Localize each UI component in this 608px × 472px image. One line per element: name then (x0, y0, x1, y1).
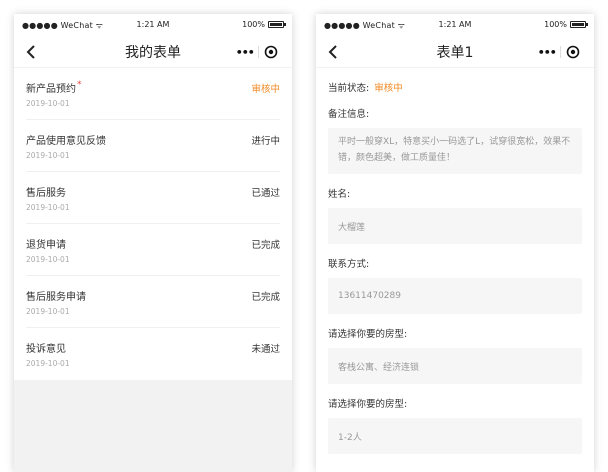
form-item-title-text: 退货申请 (26, 240, 66, 251)
form-item-title-text: 新产品预约 (26, 84, 76, 95)
battery-icon (570, 21, 588, 28)
field-label: 备注信息: (328, 109, 370, 120)
form-item-title: 新产品预约* (26, 80, 280, 95)
more-dots-icon[interactable]: ••• (232, 42, 258, 62)
form-item-title-text: 售后服务 (26, 188, 66, 199)
field-label: 姓名: (328, 189, 351, 200)
form-list-item[interactable]: 退货申请 2019-10-01 已完成 (26, 224, 280, 276)
field-input[interactable]: 平时一般穿XL，特意买小一码选了L，试穿很宽松，效果不错，颜色超美，做工质量佳！ (328, 128, 582, 174)
form-item-title: 退货申请 (26, 236, 280, 251)
field-input[interactable]: 客栈公寓、经济连锁 (328, 348, 582, 384)
current-status-row: 当前状态: 审核中 (328, 80, 582, 94)
form-item-date: 2019-10-01 (26, 203, 70, 212)
page-title: 表单1 (436, 44, 474, 61)
field-input[interactable]: 13611470289 (328, 278, 582, 314)
form-item-status: 已完成 (251, 240, 280, 251)
field-list: 备注信息: 平时一般穿XL，特意买小一码选了L，试穿很宽松，效果不错，颜色超美，做… (328, 106, 582, 454)
battery-percent: 100% (544, 20, 567, 29)
form-item-status: 已通过 (251, 188, 280, 199)
status-bar: ●●●●● WeChat ᯤ 1:21 AM 100% (316, 14, 594, 36)
status-label: 当前状态: (328, 83, 370, 94)
form-list-item[interactable]: 产品使用意见反馈 2019-10-01 进行中 (26, 120, 280, 172)
form-item-title-text: 售后服务申请 (26, 292, 86, 303)
form-item-date: 2019-10-01 (26, 99, 70, 108)
back-chevron-icon[interactable] (24, 44, 40, 60)
form-list-item[interactable]: 新产品预约* 2019-10-01 审核中 (26, 68, 280, 120)
form-item-date: 2019-10-01 (26, 151, 70, 160)
form-item-status: 已完成 (251, 292, 280, 303)
field-input[interactable]: 1-2人 (328, 418, 582, 454)
field-label: 请选择你要的房型: (328, 399, 408, 410)
field-label: 联系方式: (328, 259, 370, 270)
miniprogram-capsule: ••• (232, 42, 284, 62)
status-bar: ●●●●● WeChat ᯤ 1:21 AM 100% (14, 14, 292, 36)
form-item-title: 售后服务申请 (26, 288, 280, 303)
form-item-date: 2019-10-01 (26, 307, 70, 316)
back-chevron-icon[interactable] (326, 44, 342, 60)
form-item-title-text: 产品使用意见反馈 (26, 136, 106, 147)
required-mark: * (77, 80, 82, 90)
form-item-title: 售后服务 (26, 184, 280, 199)
form-detail: 当前状态: 审核中 备注信息: 平时一般穿XL，特意买小一码选了L，试穿很宽松，效… (316, 80, 594, 454)
form-item-status: 审核中 (251, 84, 280, 95)
field-input[interactable]: 大榴莲 (328, 208, 582, 244)
battery-icon (268, 21, 286, 28)
form-list-item[interactable]: 投诉意见 2019-10-01 未通过 (26, 328, 280, 380)
form-item-title-text: 投诉意见 (26, 344, 66, 355)
nav-bar: 我的表单 ••• (14, 36, 292, 68)
battery-percent: 100% (242, 20, 265, 29)
form-item-status: 进行中 (251, 136, 280, 147)
field-label: 请选择你要的房型: (328, 329, 408, 340)
close-target-icon[interactable] (561, 42, 587, 62)
close-target-icon[interactable] (259, 42, 285, 62)
form-item-date: 2019-10-01 (26, 255, 70, 264)
nav-bar: 表单1 ••• (316, 36, 594, 68)
miniprogram-capsule: ••• (534, 42, 586, 62)
form-item-title: 投诉意见 (26, 340, 280, 355)
form-list-item[interactable]: 售后服务 2019-10-01 已通过 (26, 172, 280, 224)
empty-area (14, 380, 292, 472)
form-list: 新产品预约* 2019-10-01 审核中产品使用意见反馈 2019-10-01 进行中… (14, 68, 292, 380)
battery-indicator: 100% (242, 20, 286, 29)
phone-form-detail: ●●●●● WeChat ᯤ 1:21 AM 100% 表单1 ••• 当前状态… (316, 14, 594, 472)
more-dots-icon[interactable]: ••• (534, 42, 560, 62)
status-value: 审核中 (374, 83, 403, 94)
form-list-item[interactable]: 售后服务申请 2019-10-01 已完成 (26, 276, 280, 328)
form-item-status: 未通过 (251, 344, 280, 355)
form-item-date: 2019-10-01 (26, 359, 70, 368)
battery-indicator: 100% (544, 20, 588, 29)
phone-my-forms: ●●●●● WeChat ᯤ 1:21 AM 100% 我的表单 ••• 新产品… (14, 14, 292, 472)
form-item-title: 产品使用意见反馈 (26, 132, 280, 147)
page-title: 我的表单 (125, 44, 181, 61)
